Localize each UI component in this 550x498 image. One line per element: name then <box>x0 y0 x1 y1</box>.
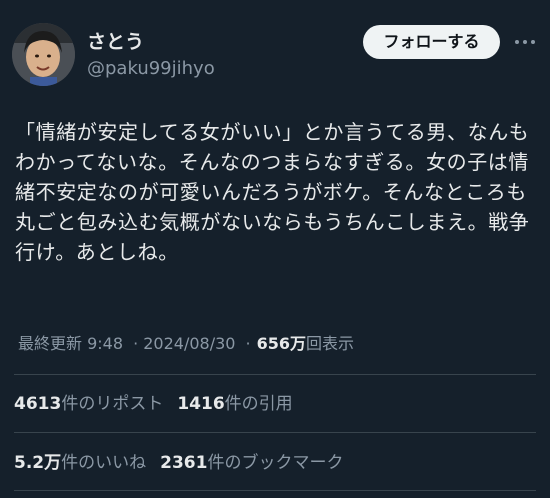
divider <box>14 432 536 433</box>
tweet-text: 「情緒が安定してる女がいい」とか言うてる男、なんもわかってないな。そんなのつまら… <box>15 120 530 264</box>
more-horizontal-icon[interactable] <box>513 32 537 52</box>
likes-label: 件のいいね <box>61 453 147 473</box>
quotes-label: 件の引用 <box>224 394 293 414</box>
tweet-date[interactable]: 2024/08/30 <box>143 334 235 353</box>
avatar-image <box>12 23 75 86</box>
likes-stat[interactable]: 5.2万件のいいね <box>14 453 146 473</box>
likes-count: 5.2万 <box>14 453 62 473</box>
tweet-detail: さとう @paku99jihyo フォローする 「情緒が安定してる女がいい」とか… <box>0 0 550 498</box>
views-count: 656万 <box>256 334 307 353</box>
bookmarks-count: 2361 <box>160 453 208 473</box>
user-handle[interactable]: @paku99jihyo <box>87 57 215 81</box>
divider <box>14 490 536 491</box>
reposts-stat[interactable]: 4613件のリポスト <box>14 394 163 414</box>
tweet-meta: 最終更新 9:48 · 2024/08/30 · 656万回表示 <box>18 333 354 355</box>
divider <box>14 374 536 375</box>
reposts-count: 4613 <box>14 394 62 414</box>
follow-button[interactable]: フォローする <box>363 25 500 59</box>
quotes-count: 1416 <box>177 394 225 414</box>
tweet-time[interactable]: 9:48 <box>87 334 123 353</box>
quotes-stat[interactable]: 1416件の引用 <box>177 394 292 414</box>
stats-row-reposts-quotes: 4613件のリポスト 1416件の引用 <box>14 392 293 416</box>
avatar[interactable] <box>12 23 75 86</box>
views-label: 回表示 <box>306 334 355 353</box>
bookmarks-label: 件のブックマーク <box>207 453 344 473</box>
reposts-label: 件のリポスト <box>61 394 164 414</box>
bookmarks-stat[interactable]: 2361件のブックマーク <box>160 453 343 473</box>
meta-separator: · <box>245 334 251 353</box>
display-name[interactable]: さとう <box>87 30 144 54</box>
stats-row-likes-bookmarks: 5.2万件のいいね 2361件のブックマーク <box>14 451 343 475</box>
tweet-header: さとう @paku99jihyo フォローする <box>0 0 550 100</box>
updated-label: 最終更新 <box>18 334 83 353</box>
meta-separator: · <box>133 334 139 353</box>
